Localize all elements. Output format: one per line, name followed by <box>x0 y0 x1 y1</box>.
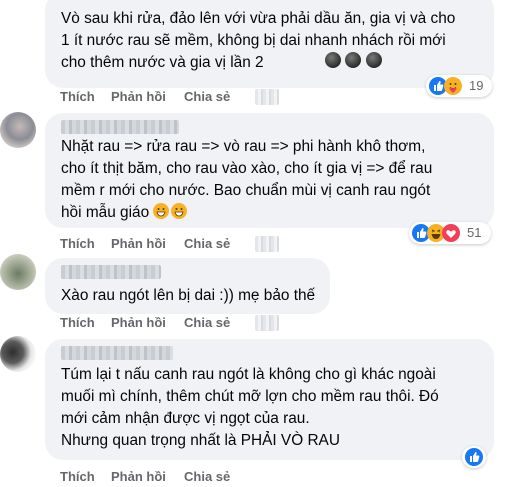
comment-bubble: Túm lại t nấu canh rau ngót là không cho… <box>45 339 494 468</box>
timestamp-redacted <box>255 236 279 252</box>
share-link[interactable]: Chia sẻ <box>184 89 230 104</box>
reaction-summary[interactable]: 19 <box>426 75 492 97</box>
share-link[interactable]: Chia sẻ <box>184 236 230 251</box>
comment-bubble: Vò sau khi rửa, đảo lên với vừa phải dầu… <box>45 0 494 97</box>
comment-text: Túm lại t nấu canh rau ngót là không cho… <box>61 366 439 449</box>
share-link[interactable]: Chia sẻ <box>184 315 230 330</box>
share-link[interactable]: Chia sẻ <box>184 469 230 484</box>
like-reaction-icon <box>465 448 483 466</box>
author-name-redacted[interactable] <box>61 120 179 134</box>
comment-text-content: Nhặt rau => rửa rau => vò rau => phi hàn… <box>61 138 433 221</box>
timestamp-redacted <box>255 89 279 105</box>
like-link[interactable]: Thích <box>60 236 95 251</box>
like-link[interactable]: Thích <box>60 89 95 104</box>
comment-text: Nhặt rau => rửa rau => vò rau => phi hàn… <box>61 136 484 224</box>
comment-text: Vò sau khi rửa, đảo lên với vừa phải dầu… <box>61 10 456 71</box>
emoji-row <box>325 52 382 71</box>
dark-ball-emoji-icon <box>365 52 382 68</box>
reaction-count: 51 <box>467 225 482 240</box>
reply-link[interactable]: Phản hồi <box>111 469 166 484</box>
dark-ball-emoji-icon <box>345 52 362 68</box>
comment-text: Xào rau ngót lên bị dai :)) mẹ bảo thế <box>61 287 316 304</box>
reply-link[interactable]: Phản hồi <box>111 89 166 104</box>
like-link[interactable]: Thích <box>60 469 95 484</box>
avatar[interactable] <box>0 254 36 290</box>
reply-link[interactable]: Phản hồi <box>111 236 166 251</box>
comment-bubble: Xào rau ngót lên bị dai :)) mẹ bảo thế <box>45 258 330 314</box>
avatar[interactable] <box>0 336 36 372</box>
reaction-count: 19 <box>469 78 484 93</box>
reaction-summary[interactable]: 51 <box>409 222 491 244</box>
reply-link[interactable]: Phản hồi <box>111 315 166 330</box>
grinning-emoji-icon <box>171 203 188 219</box>
author-name-redacted[interactable] <box>61 346 173 360</box>
author-name-redacted[interactable] <box>61 265 161 279</box>
dark-ball-emoji-icon <box>325 52 341 68</box>
like-link[interactable]: Thích <box>60 315 95 330</box>
grinning-emoji-icon <box>153 203 170 219</box>
love-reaction-icon <box>442 224 460 242</box>
reaction-summary[interactable] <box>462 446 486 468</box>
care-reaction-icon <box>444 77 462 95</box>
comment-bubble: Nhặt rau => rửa rau => vò rau => phi hàn… <box>45 113 494 244</box>
avatar[interactable] <box>0 112 36 148</box>
timestamp-redacted <box>255 315 279 331</box>
